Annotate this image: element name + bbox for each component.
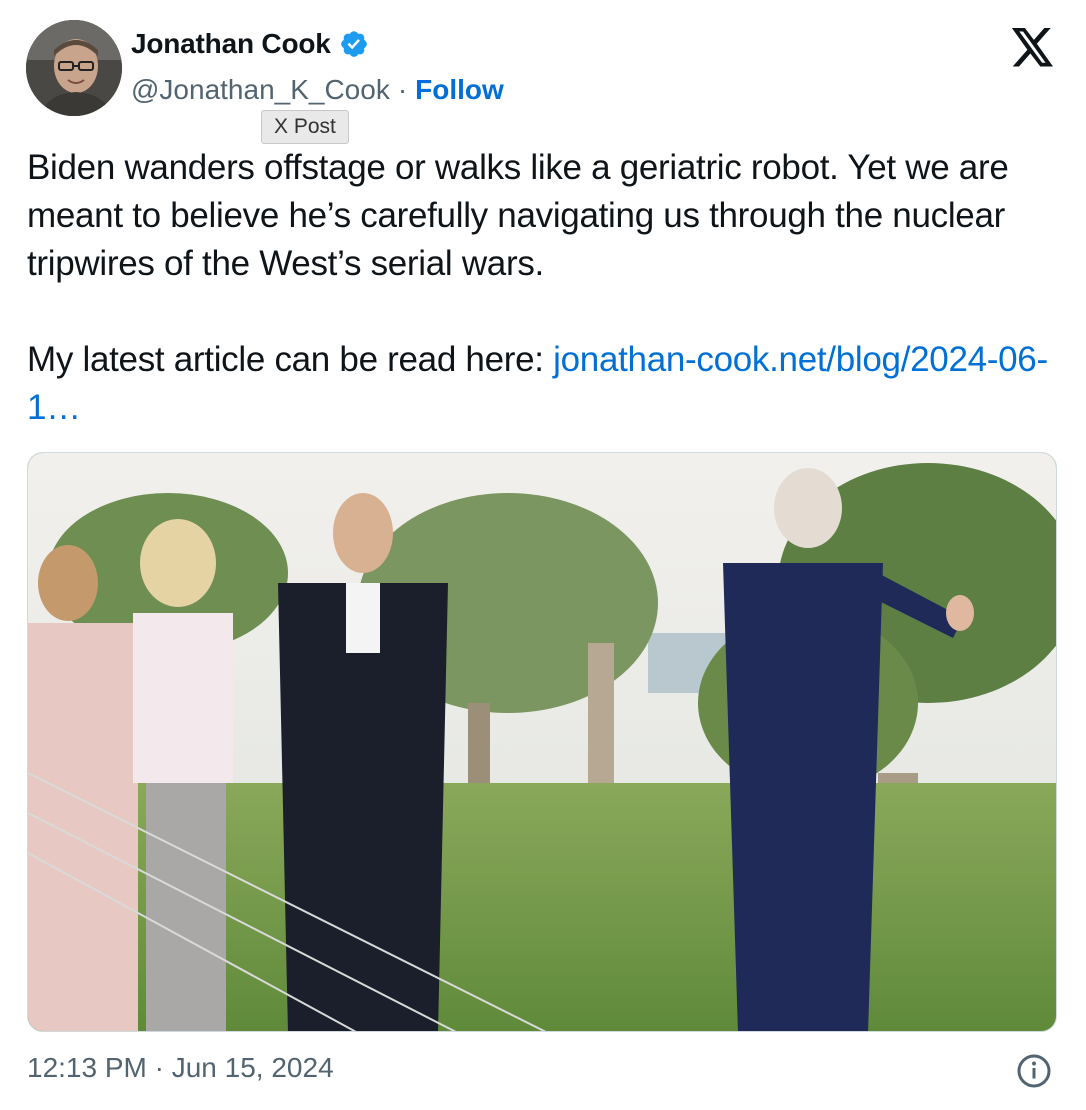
tweet-text: Biden wanders offstage or walks like a g… — [27, 144, 1057, 432]
tweet-paragraph-1: Biden wanders offstage or walks like a g… — [27, 148, 1009, 283]
tweet-link-prefix: My latest article can be read here: — [27, 340, 554, 379]
author-avatar[interactable] — [26, 20, 122, 116]
tweet-timestamp[interactable]: 12:13 PM · Jun 15, 2024 — [27, 1052, 334, 1084]
verified-badge-icon — [339, 29, 369, 59]
follow-button[interactable]: Follow — [415, 74, 504, 106]
tweet-photo[interactable] — [27, 452, 1057, 1032]
x-logo-icon[interactable] — [1010, 28, 1056, 68]
tweet-card: Jonathan Cook @Jonathan_K_Cook · Follow … — [0, 0, 1086, 1110]
handle-separator: · — [397, 74, 408, 105]
photo-icon — [28, 453, 1056, 1031]
author-handle-row: @Jonathan_K_Cook · Follow — [131, 74, 504, 106]
author-name[interactable]: Jonathan Cook — [131, 28, 331, 60]
info-icon[interactable] — [1016, 1053, 1052, 1089]
author-name-row: Jonathan Cook — [131, 28, 369, 60]
tweet-paragraph-2: My latest article can be read here: jona… — [27, 336, 1057, 432]
tooltip: X Post — [261, 110, 349, 144]
author-handle[interactable]: @Jonathan_K_Cook — [131, 74, 390, 106]
